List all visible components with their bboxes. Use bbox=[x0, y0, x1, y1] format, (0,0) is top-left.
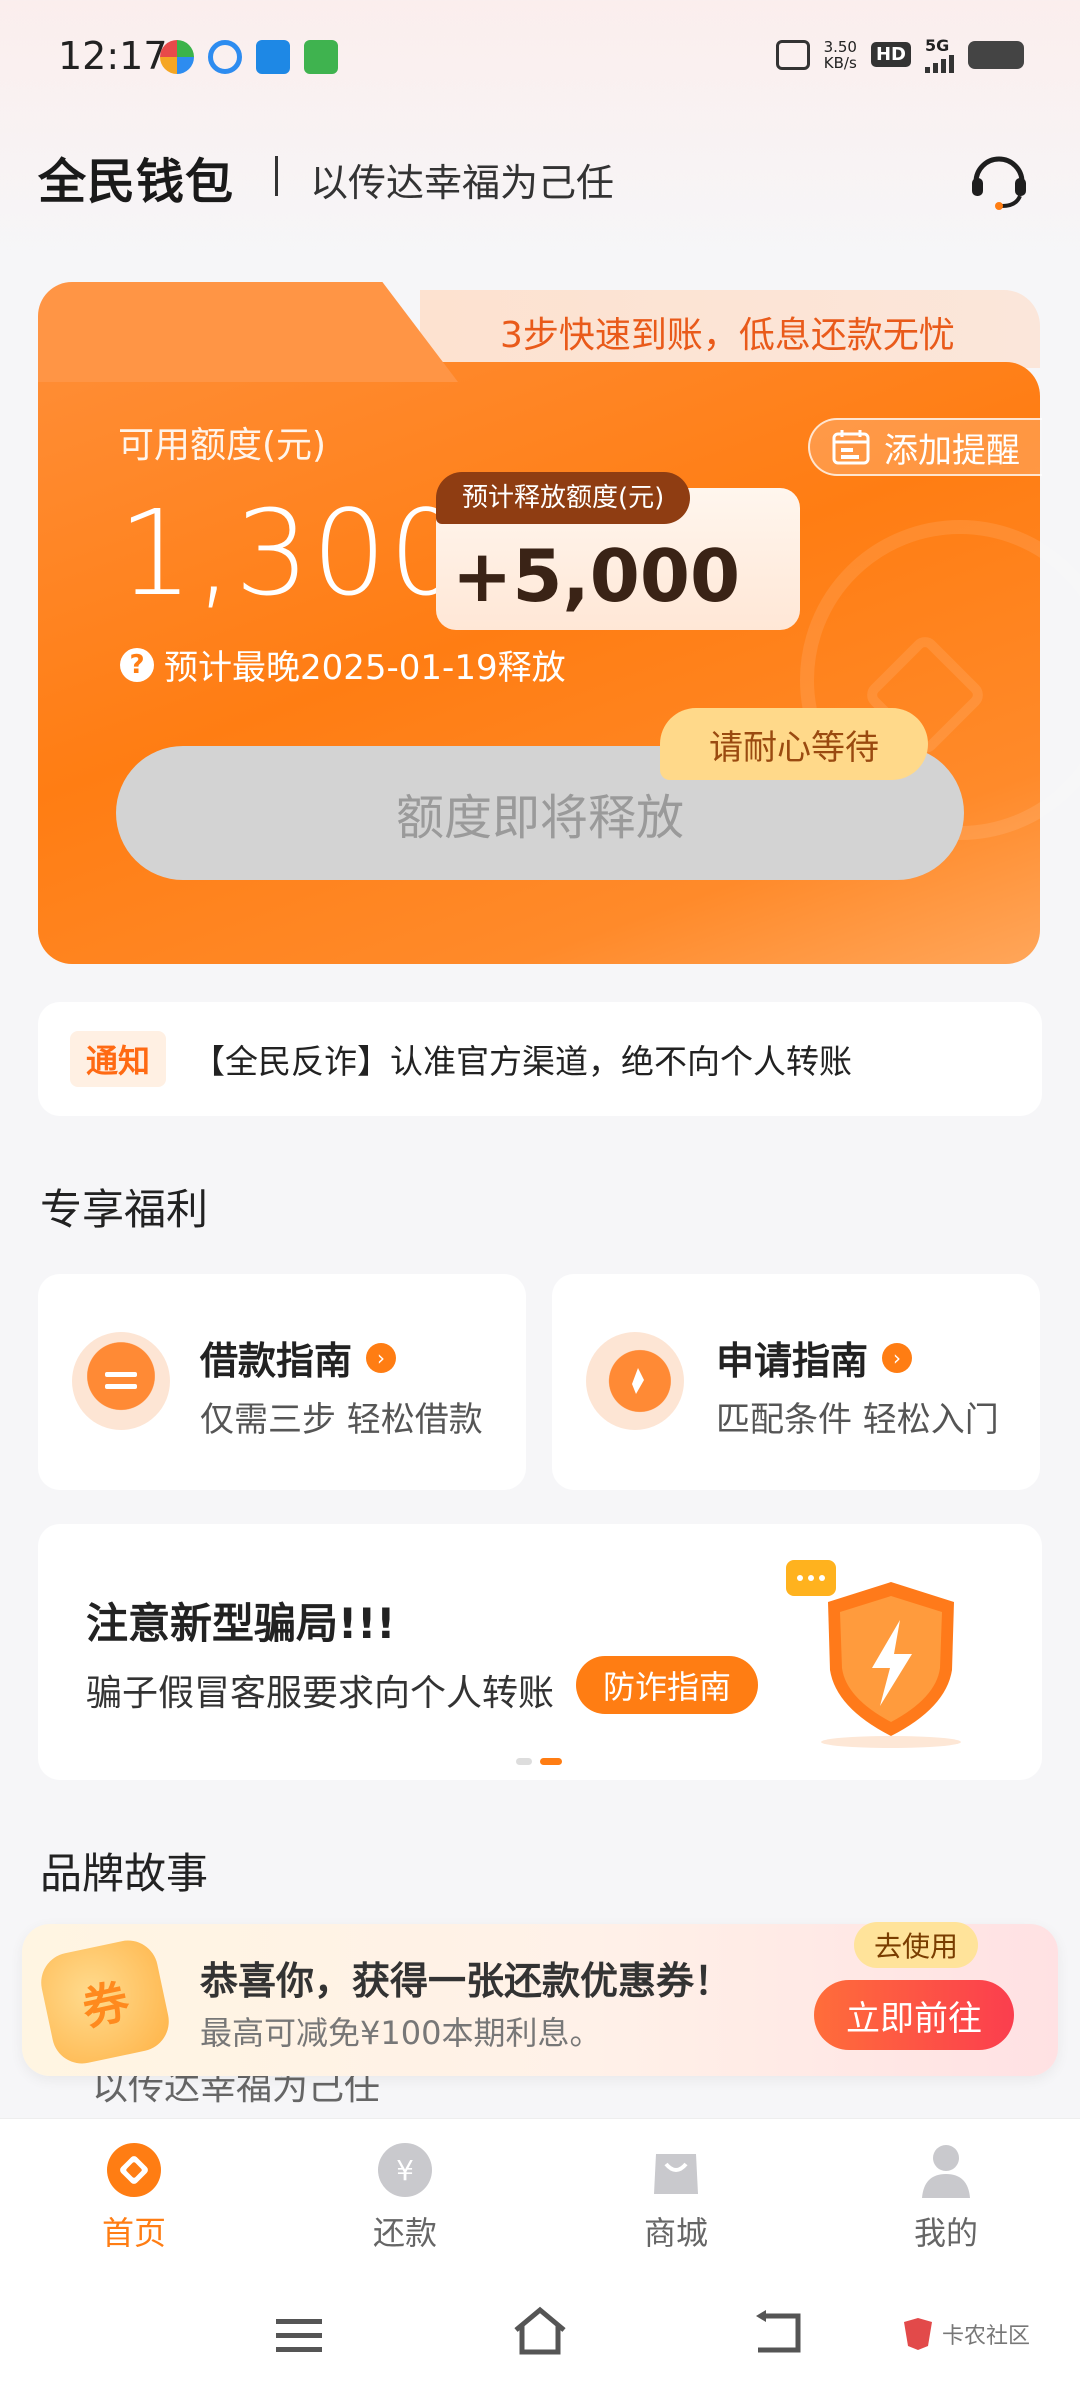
alipay-notification-icon bbox=[256, 40, 290, 74]
nav-item-repay[interactable]: ¥ 还款 bbox=[315, 2140, 495, 2254]
use-coupon-tag: 去使用 bbox=[854, 1922, 978, 1968]
calendar-icon bbox=[832, 430, 870, 465]
fraud-warning-subtitle: 骗子假冒客服要求向个人转账 bbox=[86, 1673, 555, 1714]
network-speed: 3.50 KB/s bbox=[824, 39, 857, 71]
app-title: 全民钱包 bbox=[38, 154, 235, 210]
signal-icon bbox=[925, 55, 954, 73]
apply-guide-title: 申请指南 bbox=[716, 1339, 869, 1383]
benefits-section-title: 专享福利 bbox=[40, 1185, 209, 1234]
app-notification-icon bbox=[160, 40, 194, 74]
watermark: 卡农社区 bbox=[900, 2316, 1030, 2352]
add-reminder-button[interactable]: 添加提醒 bbox=[808, 418, 1042, 476]
wait-bubble: 请耐心等待 bbox=[660, 708, 928, 780]
loan-guide-title-row: 借款指南 › bbox=[200, 1330, 397, 1385]
back-icon[interactable] bbox=[752, 2310, 808, 2358]
yuan-coin-icon: ¥ bbox=[378, 2143, 432, 2197]
card-corner bbox=[38, 282, 458, 382]
loan-guide-title: 借款指南 bbox=[200, 1339, 353, 1383]
question-icon: ? bbox=[120, 647, 154, 682]
shopping-bag-icon bbox=[654, 2154, 698, 2194]
notice-bar[interactable]: 通知 【全民反诈】认准官方渠道，绝不向个人转账 bbox=[38, 1002, 1042, 1116]
go-now-button[interactable]: 立即前往 bbox=[814, 1980, 1014, 2050]
nav-item-profile[interactable]: 我的 bbox=[856, 2140, 1036, 2254]
coupon-icon-text: 券 bbox=[77, 1973, 134, 2037]
battery-icon bbox=[968, 40, 1024, 69]
release-amount: +5,000 bbox=[452, 534, 741, 618]
notice-badge: 通知 bbox=[70, 1031, 166, 1087]
nav-label-home: 首页 bbox=[101, 2214, 166, 2252]
nav-item-mall[interactable]: 商城 bbox=[586, 2140, 766, 2254]
wait-bubble-label: 请耐心等待 bbox=[709, 727, 879, 768]
loan-guide-subtitle: 仅需三步 轻松借款 bbox=[200, 1400, 483, 1440]
video-notification-icon bbox=[304, 40, 338, 74]
latest-release-text: 预计最晚2025-01-19释放 bbox=[164, 648, 566, 688]
coupon-popup-title: 恭喜你，获得一张还款优惠券！ bbox=[200, 1959, 733, 2003]
watermark-logo-icon bbox=[904, 2318, 932, 2350]
card-tab-text: 3步快速到账，低息还款无忧 bbox=[500, 315, 955, 356]
status-right-cluster: 3.50 KB/s HD 5G bbox=[775, 36, 1024, 73]
anti-fraud-guide-label: 防诈指南 bbox=[602, 1668, 731, 1706]
fraud-warning-title: 注意新型骗局!!! bbox=[86, 1599, 396, 1648]
home-button-icon[interactable] bbox=[510, 2306, 570, 2360]
customer-service-icon[interactable] bbox=[966, 146, 1032, 212]
nav-label-mall: 商城 bbox=[643, 2214, 708, 2252]
chevron-right-icon: › bbox=[366, 1342, 397, 1373]
add-reminder-label: 添加提醒 bbox=[884, 430, 1020, 471]
network-type: 5G bbox=[925, 36, 950, 55]
speed-value: 3.50 bbox=[823, 37, 857, 56]
available-limit-amount: 1,300 bbox=[118, 484, 466, 622]
release-limit-button-label: 额度即将释放 bbox=[395, 790, 684, 846]
speed-unit: KB/s bbox=[823, 53, 857, 72]
svg-text:¥: ¥ bbox=[396, 2154, 414, 2187]
home-icon bbox=[107, 2143, 161, 2197]
apply-guide-subtitle: 匹配条件 轻松入门 bbox=[716, 1400, 999, 1440]
notification-icons bbox=[160, 40, 338, 74]
loan-guide-icon bbox=[72, 1332, 170, 1430]
notice-text: 【全民反诈】认准官方渠道，绝不向个人转账 bbox=[192, 1042, 852, 1081]
release-amount-tag: 预计释放额度(元) bbox=[436, 472, 691, 524]
nav-item-home[interactable]: 首页 bbox=[44, 2140, 224, 2254]
coupon-popup-subtitle: 最高可减免¥100本期利息。 bbox=[200, 2014, 602, 2052]
user-icon bbox=[922, 2145, 970, 2198]
signal-group: 5G bbox=[925, 36, 954, 73]
available-limit-label: 可用额度(元) bbox=[118, 425, 327, 466]
hd-badge: HD bbox=[870, 42, 911, 67]
menu-icon[interactable] bbox=[274, 2316, 324, 2360]
latest-release-row[interactable]: ? 预计最晚2025-01-19释放 bbox=[120, 640, 566, 689]
nav-label-profile: 我的 bbox=[913, 2214, 978, 2252]
watermark-text: 卡农社区 bbox=[942, 2324, 1031, 2349]
browser-notification-icon bbox=[208, 40, 242, 74]
app-slogan: 以传达幸福为己任 bbox=[310, 161, 615, 205]
nav-label-repay: 还款 bbox=[372, 2214, 437, 2252]
shield-lightning-icon bbox=[786, 1560, 976, 1754]
go-now-label: 立即前往 bbox=[846, 1998, 982, 2039]
title-divider bbox=[275, 156, 278, 196]
vibrate-icon bbox=[775, 39, 810, 70]
anti-fraud-guide-button[interactable]: 防诈指南 bbox=[576, 1656, 758, 1714]
carousel-indicator bbox=[516, 1758, 562, 1765]
use-coupon-label: 去使用 bbox=[873, 1930, 958, 1963]
apply-guide-title-row: 申请指南 › bbox=[716, 1330, 913, 1385]
brand-section-title: 品牌故事 bbox=[40, 1849, 209, 1898]
chevron-right-icon: › bbox=[882, 1342, 913, 1373]
status-time: 12:17 bbox=[58, 34, 168, 78]
apply-guide-icon bbox=[586, 1332, 684, 1430]
